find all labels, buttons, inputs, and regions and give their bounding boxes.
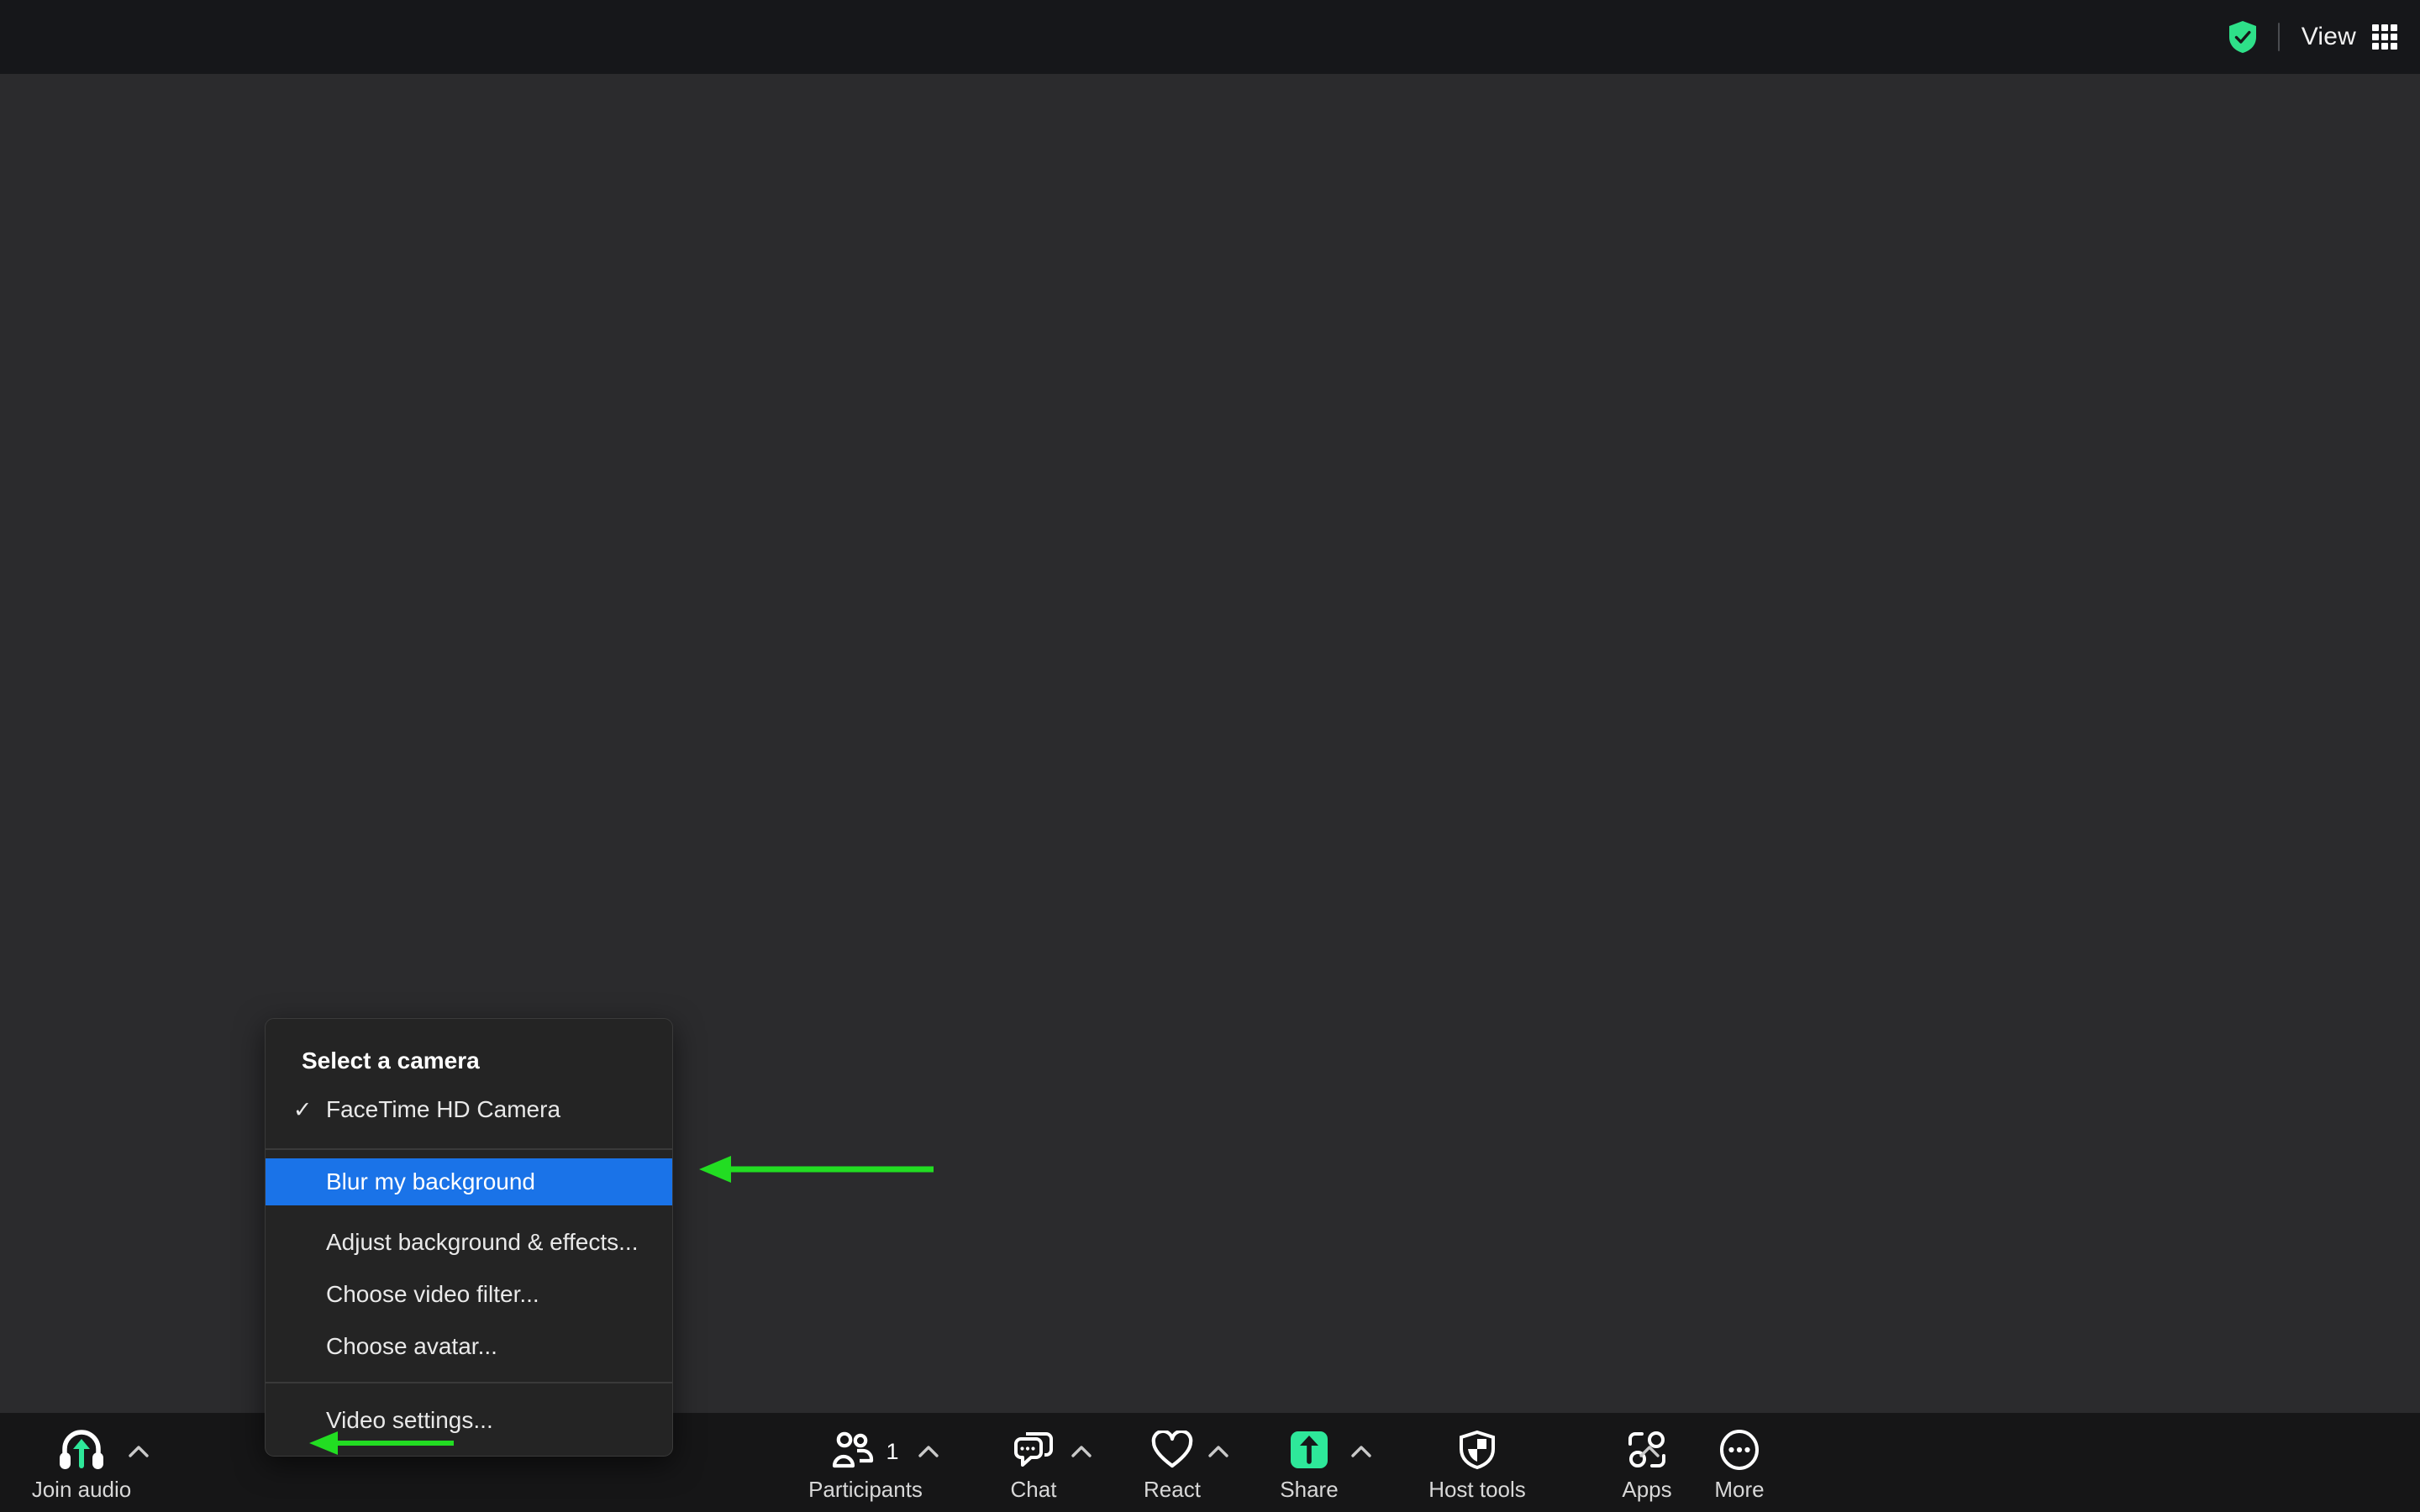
camera-dropdown-menu: Select a camera ✓ FaceTime HD Camera Blu… — [265, 1018, 673, 1457]
chevron-up-icon — [918, 1445, 939, 1458]
menu-heading: Select a camera — [302, 1047, 480, 1074]
toolbar-label-participants: Participants — [808, 1477, 923, 1502]
toolbar-button-host-tools[interactable]: Host tools — [1386, 1413, 1568, 1512]
checkmark-icon: ✓ — [292, 1096, 313, 1122]
headset-arrow-up-icon — [58, 1429, 105, 1475]
shield-check-icon[interactable] — [2228, 20, 2258, 54]
arrow-to-blur-my-background — [699, 1156, 934, 1183]
menu-item-label: Choose avatar... — [326, 1333, 497, 1359]
share-icon-row — [1289, 1428, 1329, 1475]
chevron-up-icon — [1207, 1445, 1229, 1458]
host-tools-icon-row — [1458, 1428, 1497, 1475]
more-icon-row — [1719, 1428, 1760, 1475]
chevron-up-icon — [128, 1445, 150, 1458]
arrow-to-video-chevron — [309, 1431, 454, 1455]
grid-view-icon[interactable] — [2371, 24, 2398, 50]
join-audio-icon-row — [58, 1428, 105, 1475]
more-dots-icon — [1719, 1429, 1760, 1474]
participants-icon-row: 1 — [832, 1428, 899, 1475]
apps-chevron-button[interactable] — [1628, 1413, 1670, 1512]
chat-bubble-icon — [1013, 1431, 1055, 1473]
menu-item-choose-avatar[interactable]: Choose avatar... — [266, 1323, 672, 1370]
menu-item-label: Blur my background — [326, 1168, 536, 1194]
people-icon — [832, 1431, 876, 1473]
toolbar-label-chat: Chat — [1010, 1477, 1057, 1502]
share-chevron-button[interactable] — [1340, 1413, 1382, 1512]
toolbar-button-more[interactable]: More — [1676, 1413, 1802, 1512]
toolbar-label-more: More — [1714, 1477, 1765, 1502]
chevron-up-icon — [1350, 1445, 1372, 1458]
top-bar: View — [0, 0, 2420, 74]
react-icon-row — [1151, 1428, 1193, 1475]
chat-icon-row — [1013, 1428, 1055, 1475]
react-chevron-button[interactable] — [1197, 1413, 1239, 1512]
menu-item-label: FaceTime HD Camera — [326, 1096, 561, 1122]
share-screen-icon — [1289, 1430, 1329, 1474]
menu-item-label: Choose video filter... — [326, 1281, 539, 1307]
zoom-meeting-window: View Select a camera ✓ FaceTime HD Camer… — [0, 0, 2420, 1512]
toolbar-label-join-audio: Join audio — [31, 1477, 132, 1502]
view-label[interactable]: View — [2302, 23, 2356, 51]
join-audio-chevron-button[interactable] — [118, 1413, 160, 1512]
top-bar-right-controls: View — [2228, 0, 2398, 74]
toolbar-label-share: Share — [1280, 1477, 1339, 1502]
chevron-up-icon — [1071, 1445, 1092, 1458]
heart-icon — [1151, 1429, 1193, 1473]
participants-chevron-button[interactable] — [908, 1413, 950, 1512]
shield-icon — [1458, 1430, 1497, 1474]
toolbar-label-react: React — [1144, 1477, 1201, 1502]
menu-item-choose-video-filter[interactable]: Choose video filter... — [266, 1271, 672, 1318]
menu-item-adjust-background-effects[interactable]: Adjust background & effects... — [266, 1219, 672, 1266]
menu-item-facetime-hd-camera[interactable]: ✓ FaceTime HD Camera — [266, 1073, 672, 1148]
toolbar-label-host-tools: Host tools — [1428, 1477, 1526, 1502]
chevron-up-icon — [1639, 1445, 1660, 1458]
chat-chevron-button[interactable] — [1060, 1413, 1102, 1512]
menu-item-blur-my-background[interactable]: Blur my background — [266, 1158, 672, 1205]
top-bar-divider — [2277, 23, 2280, 51]
menu-options-group: Blur my background Adjust background & e… — [266, 1150, 672, 1382]
participants-count: 1 — [886, 1438, 899, 1464]
menu-item-label: Adjust background & effects... — [326, 1229, 639, 1255]
